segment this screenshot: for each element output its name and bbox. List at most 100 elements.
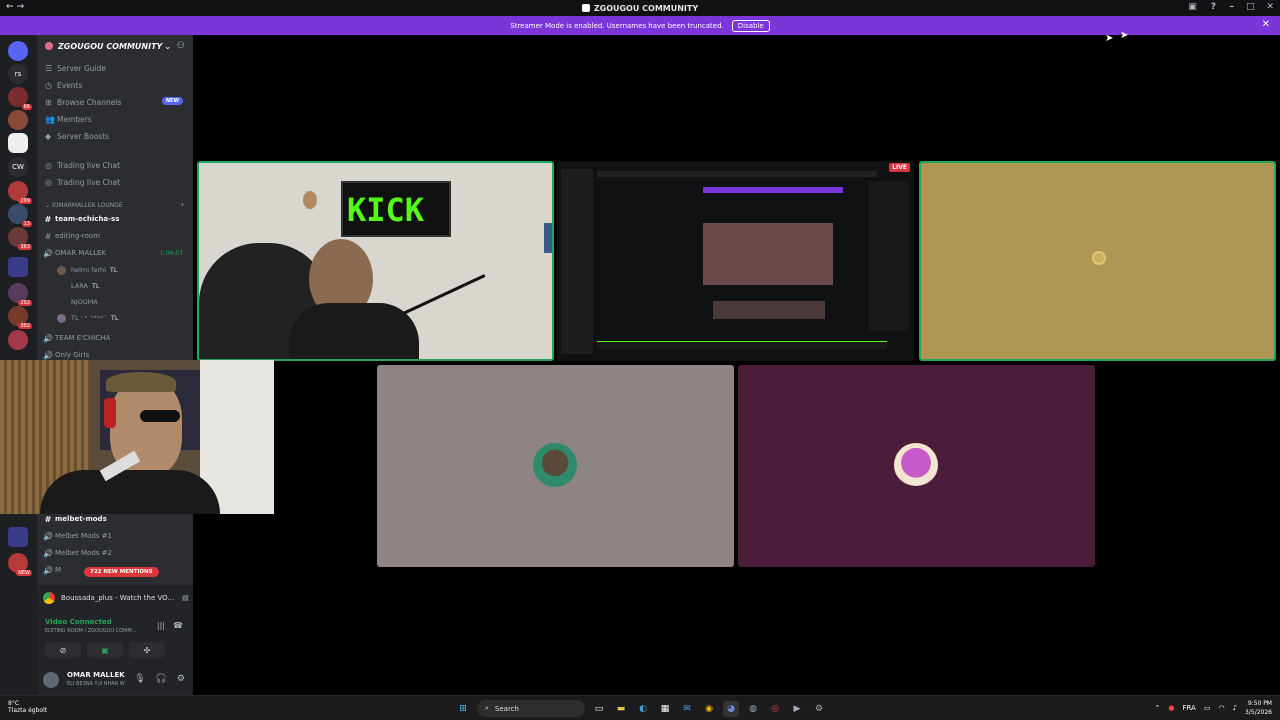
voice-channel-omar-mallek[interactable]: 🔊 OMAR MALLEK 1:04:07 [41,246,191,260]
guild-6[interactable]: 299 [8,181,32,204]
channel-team-echicha-ss[interactable]: # team-echicha-ss [41,212,191,226]
hashtag-icon: # [44,231,52,241]
help-icon[interactable]: ? [1211,2,1216,12]
nav-members[interactable]: 👥 Members [45,112,185,126]
kick-sign: KICK [341,181,451,237]
mail-icon[interactable]: ✉ [679,701,695,717]
guild-1[interactable]: rs [8,64,28,84]
guild-2[interactable]: 66 [8,87,32,110]
sunglasses [140,410,180,422]
video-tile-webcam[interactable]: KICK [197,161,554,361]
user-status: ELI BE3NA Y;II NHAR W [67,681,125,687]
voice-channel-team-echicha[interactable]: 🔊 TEAM E'CHICHA [41,331,191,345]
chrome-icon [43,592,55,604]
maximize-button[interactable]: □ [1246,2,1255,12]
avatar[interactable] [43,672,59,688]
microphone-tray-icon[interactable]: ● [1168,704,1174,712]
store-icon[interactable]: ▦ [657,701,673,717]
video-tile-avatar-olive[interactable] [919,161,1276,361]
disable-streamer-mode-button[interactable]: Disable [731,19,770,32]
weather-text: Tlazta égbolt [8,707,48,714]
app-icon-2[interactable]: ▶ [789,701,805,717]
channel-melbet-mods[interactable]: # melbet-mods [41,512,191,526]
steam-icon[interactable]: ◍ [745,701,761,717]
microphone-icon[interactable]: 🎙 [134,674,145,684]
nav-server-guide[interactable]: ☰ Server Guide [45,61,185,75]
soundboard-icon[interactable]: ||| [157,621,165,630]
nav-browse-channels[interactable]: ⊞ Browse Channels NEW [45,95,185,109]
app-icon[interactable]: ◎ [767,701,783,717]
category-header[interactable]: ⌄ IOMARMALLEK LOUNGE + [45,202,185,209]
edge-icon[interactable]: ◐ [635,701,651,717]
voice-location[interactable]: EDITING ROOM / ZGOUGOU COMM... [45,628,137,634]
volume-icon[interactable]: ♪ [1233,704,1237,712]
activity-text: Boussada_plus - Watch the VO... [61,594,175,602]
guild-11[interactable]: 382 [8,306,32,329]
guild-12[interactable] [8,330,28,350]
voice-user[interactable]: TL · ᵒ˙ᵏⁱᵗᵗʸᵒ˙ TL [57,311,118,325]
trading-live-chat-2[interactable]: ◎ Trading live Chat [45,175,185,189]
voice-channel-melbet-2[interactable]: 🔊 Melbet Mods #2 [41,546,191,560]
close-window-button[interactable]: ✕ [1266,2,1274,12]
video-tile-screenshare[interactable]: LIVE [557,161,914,361]
file-explorer-icon[interactable]: ▬ [613,701,629,717]
mic-arm [402,274,486,315]
forum-icon: ◎ [45,160,52,170]
task-view-icon[interactable]: ▭ [591,701,607,717]
guild-folder-2[interactable] [8,527,28,547]
server-name: ZGOUGOU COMMUNITY [58,41,163,51]
chrome-icon[interactable]: ◉ [701,701,717,717]
screen-share-button[interactable]: ▣ [87,642,123,658]
voice-user[interactable]: NJOUMA [57,295,98,309]
voice-user[interactable]: LARA TL [57,279,100,293]
search-box[interactable]: ⌕ Search [477,700,585,717]
voice-channel-melbet-1[interactable]: 🔊 Melbet Mods #1 [41,529,191,543]
wifi-icon[interactable]: ◠ [1218,704,1224,712]
add-channel-icon[interactable]: + [180,202,185,209]
guild-4-selected[interactable] [8,133,28,153]
settings-icon[interactable]: ⚙ [811,701,827,717]
video-tile-avatar-plum[interactable] [738,365,1095,567]
trading-live-chat-1[interactable]: ◎ Trading live Chat [45,158,185,172]
voice-user[interactable]: helmi ferhi TL [57,263,118,277]
video-tile-avatar-gray[interactable] [377,365,734,567]
members-icon: 👥 [45,114,55,124]
guild-10[interactable]: 292 [8,283,32,306]
disconnect-icon[interactable]: ☎ [173,621,183,630]
guild-7[interactable]: 13 [8,204,32,227]
headphones-icon[interactable]: 🎧 [156,674,167,684]
guild-folder[interactable] [8,257,28,277]
network-icon[interactable]: ▭ [1204,704,1211,712]
activity-bar[interactable]: Boussada_plus - Watch the VO... ▤ [37,585,193,611]
nav-server-boosts[interactable]: ◆ Server Boosts [45,129,185,143]
guild-8[interactable]: 363 [8,227,32,250]
new-guild-icon[interactable]: NEW [8,553,32,576]
nav-events[interactable]: ◷ Events [45,78,185,92]
guild-badge: 292 [18,300,32,306]
guild-3[interactable] [8,110,28,130]
channel-editing-room[interactable]: # editing-room [41,229,191,243]
gear-icon[interactable]: ⚙ [177,674,185,684]
language-indicator[interactable]: FRA [1182,704,1195,712]
discord-icon[interactable]: ◕ [723,700,739,717]
speaker-icon: 🔊 [43,350,53,360]
minimize-button[interactable]: – [1229,2,1234,12]
server-header[interactable]: ZGOUGOU COMMUNITY ⌄ ⚇ [37,35,193,57]
activities-button[interactable]: ✣ [129,642,165,658]
clock[interactable]: 9:50 PM 3/5/2026 [1245,699,1272,717]
chevron-up-icon[interactable]: ⌃ [1154,704,1160,712]
guild-0[interactable] [8,41,28,61]
close-icon[interactable]: ✕ [1262,19,1270,30]
guild-5[interactable]: CW [8,157,28,177]
speaker-icon: 🔊 [43,531,53,541]
nav-arrows[interactable]: ← → [6,2,24,12]
inbox-icon[interactable]: ▣ [1188,2,1197,12]
weather-widget[interactable]: 8°C Tlazta égbolt [8,700,47,714]
stream-icon[interactable]: ▤ [182,594,189,602]
user-name: OMAR MALLEK [67,671,125,679]
camera-off-button[interactable]: ⊘ [45,642,81,658]
mouse-cursor-icon: ➤ [1120,30,1129,41]
add-user-icon[interactable]: ⚇ [177,41,185,51]
new-mentions-pill[interactable]: 722 NEW MENTIONS [84,567,159,577]
windows-start-icon[interactable]: ⊞ [455,701,471,717]
